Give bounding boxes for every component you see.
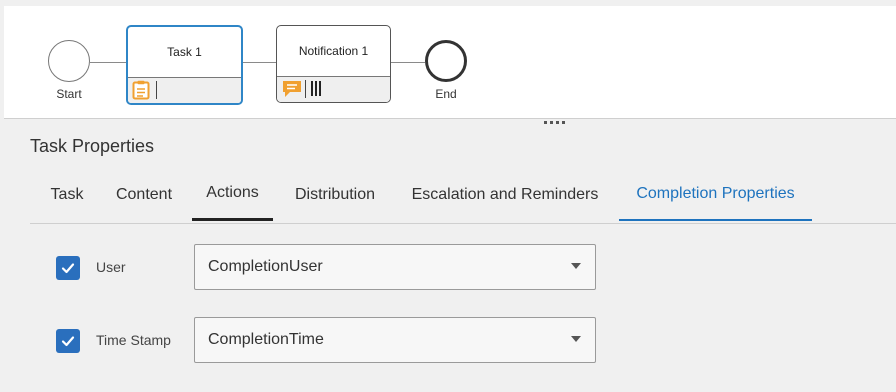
notification-node-title: Notification 1 [298,44,369,58]
start-event[interactable] [48,40,90,82]
user-label: User [96,259,126,275]
checkmark-icon [61,263,75,274]
task-node-title: Task 1 [167,45,202,59]
footer-separator [305,80,306,98]
task-node[interactable]: Task 1 [126,25,243,105]
tab-completion-properties[interactable]: Completion Properties [619,168,812,221]
notification-node[interactable]: Notification 1 [276,25,391,103]
time-stamp-checkbox[interactable] [56,329,80,353]
chevron-down-icon [571,263,581,269]
task-node-footer [128,77,241,103]
end-event[interactable] [425,40,467,82]
panel-title: Task Properties [30,136,155,156]
clipboard-icon [132,80,150,103]
tab-task[interactable]: Task [40,168,94,221]
connector-line [391,62,425,63]
time-stamp-label: Time Stamp [96,332,171,348]
process-diagram-canvas[interactable]: Start Task 1 Notification 1 End [4,6,896,119]
user-checkbox[interactable] [56,256,80,280]
panel-resize-handle[interactable] [544,121,565,124]
checkmark-icon [61,336,75,347]
connector-line [90,62,126,63]
properties-tab-bar: Task Content Actions Distribution Escala… [30,168,896,224]
time-stamp-select-value: CompletionTime [208,331,324,348]
tab-actions[interactable]: Actions [192,168,273,221]
footer-separator [156,81,157,99]
tab-distribution[interactable]: Distribution [280,168,390,221]
tab-content[interactable]: Content [104,168,184,221]
parallel-marker-icon [311,81,321,96]
end-event-label: End [435,87,457,101]
user-select-value: CompletionUser [208,258,323,275]
tab-escalation-and-reminders[interactable]: Escalation and Reminders [402,168,608,221]
notification-node-footer [277,76,390,102]
chevron-down-icon [571,336,581,342]
start-event-label: Start [56,87,82,101]
connector-line [243,62,276,63]
time-stamp-select[interactable]: CompletionTime [194,317,596,363]
message-icon [281,79,303,102]
user-select[interactable]: CompletionUser [194,244,596,290]
